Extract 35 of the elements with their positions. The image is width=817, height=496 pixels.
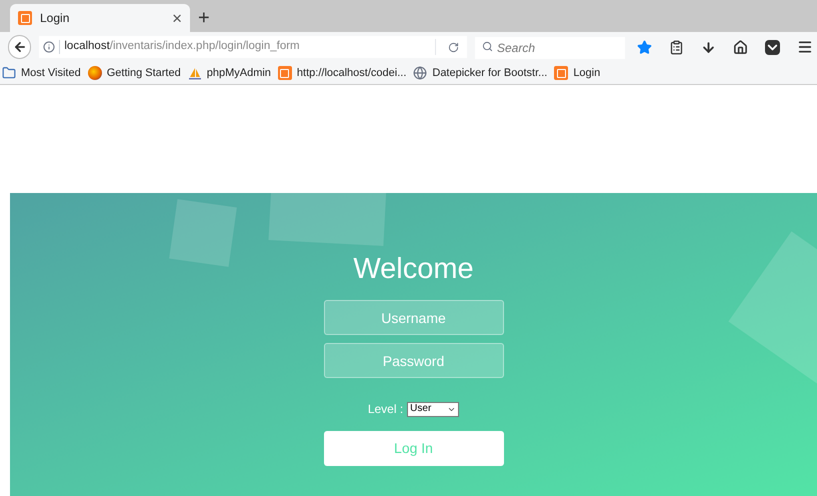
search-field[interactable]: Search xyxy=(475,37,625,59)
bookmark-link[interactable]: Getting Started xyxy=(106,64,181,82)
browser-tab[interactable]: Login × xyxy=(10,4,190,32)
sailboat-logo-icon xyxy=(188,66,202,80)
reload-icon[interactable] xyxy=(448,42,459,52)
search-icon xyxy=(482,41,493,52)
download-icon[interactable] xyxy=(701,40,716,54)
home-icon[interactable] xyxy=(733,40,748,54)
xampp-logo-icon xyxy=(554,66,568,80)
address-bar[interactable]: localhost/inventaris/index.php/login/login_form xyxy=(39,36,467,58)
level-label: Level : xyxy=(368,401,404,418)
bookmark-star-icon[interactable] xyxy=(637,40,652,54)
bookmark-link[interactable]: Most Visited xyxy=(21,64,81,82)
menu-icon[interactable] xyxy=(797,39,813,55)
password-field[interactable]: Password xyxy=(324,343,504,378)
level-dropdown[interactable]: User xyxy=(407,402,460,416)
new-tab-button[interactable]: + xyxy=(198,8,210,28)
tab-title: Login xyxy=(40,10,70,27)
bookmark-link[interactable]: Login xyxy=(573,64,600,82)
close-tab-button[interactable]: × xyxy=(172,10,182,26)
xampp-logo-icon xyxy=(18,11,32,25)
clipboard-icon[interactable] xyxy=(669,40,684,54)
xampp-logo-icon xyxy=(278,66,292,80)
bookmark-link[interactable]: Datepicker for Bootstr... xyxy=(432,64,548,82)
globe-icon xyxy=(413,66,428,80)
bookmark-link[interactable]: phpMyAdmin xyxy=(206,64,271,82)
back-button[interactable] xyxy=(8,35,32,59)
welcome-heading: Welcome xyxy=(353,255,474,284)
firefox-logo-icon xyxy=(88,66,102,80)
url-text: localhost/inventaris/index.php/login/login_form xyxy=(64,39,300,54)
folder-icon xyxy=(2,66,16,80)
info-icon xyxy=(43,41,56,53)
bookmark-link[interactable]: http://localhost/codei... xyxy=(296,64,406,82)
username-field[interactable]: Username xyxy=(324,300,504,335)
pocket-icon[interactable] xyxy=(765,40,780,54)
